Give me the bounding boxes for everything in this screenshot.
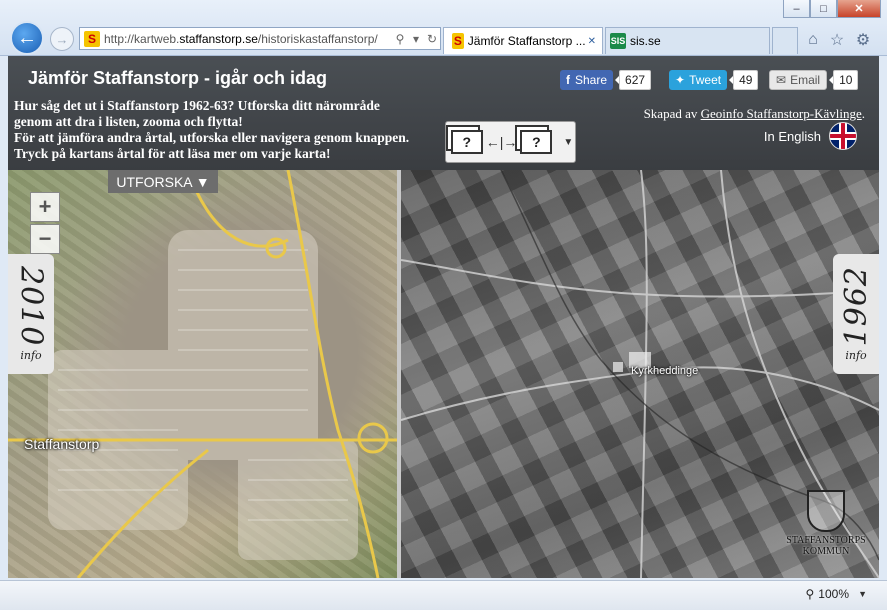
zoom-level-value: 100% [818,587,849,601]
back-button[interactable]: ← [10,21,44,55]
site-favicon-icon: S [452,33,464,49]
gear-icon[interactable]: ⚙ [853,30,873,50]
facebook-icon: f [566,73,570,87]
home-icon[interactable]: ⌂ [803,30,823,50]
star-icon[interactable]: ☆ [827,30,847,50]
envelope-icon: ✉ [776,73,787,87]
year-label: 2010 [13,266,49,347]
window-controls: – □ ✕ [783,0,881,18]
zoom-level-button[interactable]: ⚲ 100% [806,587,850,601]
refresh-icon[interactable]: ↻ [424,32,440,46]
credit-link[interactable]: Geoinfo Staffanstorp-Kävlinge [701,106,862,121]
tab-sis[interactable]: SIS sis.se [605,27,770,54]
credit-suffix: . [861,106,865,121]
email-label: Email [790,73,821,87]
intro-line: genom att dra i listen, zooma och flytta… [14,114,243,129]
explore-dropdown[interactable]: UTFORSKA ▼ [108,170,218,193]
page-header: Jämför Staffanstorp - igår och idag Hur … [8,56,879,170]
email-button[interactable]: ✉ Email [769,70,828,90]
intro-line: Hur såg det ut i Staffanstorp 1962-63? U… [14,98,380,113]
place-label: Staffanstorp [24,436,100,452]
english-link[interactable]: In English [764,122,857,150]
zoom-magnifier-icon: ⚲ [805,587,815,601]
facebook-share: f Share 627 [560,70,652,90]
logo-text: STAFFANSTORPS KOMMUN [786,535,865,557]
url-domain: staffanstorp.se [179,31,258,46]
tab-title: sis.se [630,34,661,48]
compare-maps-button[interactable]: ? ←|→ ? ▼ [445,121,576,163]
site-favicon-icon: S [84,30,100,47]
tab-title: Jämför Staffanstorp ... [467,34,586,48]
intro-text: Hur såg det ut i Staffanstorp 1962-63? U… [14,98,454,162]
share-count: 627 [615,70,652,90]
arrow-right-icon: → [55,31,69,47]
search-icon[interactable]: ⚲ [392,32,408,46]
intro-line: För att jämföra andra årtal, utforska el… [14,130,410,145]
place-label: Kyrkheddinge [631,365,699,377]
municipality-logo: STAFFANSTORPS KOMMUN [781,490,871,570]
tweet-count: 49 [729,70,759,90]
tweet-button[interactable]: ✦ Tweet [669,70,728,90]
split-arrows-icon: ←|→ [485,134,518,150]
email-count: 10 [829,70,859,90]
new-tab-button[interactable] [772,27,798,54]
chevron-down-icon[interactable]: ▾ [408,32,424,46]
status-bar: ⚲ 100% ▼ [0,580,887,610]
facebook-share-button[interactable]: f Share [560,70,614,90]
email-share: ✉ Email 10 [769,70,859,90]
logo-line: KOMMUN [802,546,850,557]
zoom-in-button[interactable]: + [30,192,60,222]
url-path: /historiskastaffanstorp/ [257,31,378,46]
close-tab-icon[interactable]: ✕ [586,36,598,47]
map-unknown-icon: ? [450,130,483,154]
twitter-share: ✦ Tweet 49 [669,70,759,90]
share-label: Share [575,73,608,87]
forward-button[interactable]: → [50,27,74,51]
info-link[interactable]: info [845,349,866,362]
map-2010[interactable]: UTFORSKA ▼ + − 2010 info Staffanstorp [8,170,397,578]
uk-flag-icon [829,122,857,150]
logo-line: STAFFANSTORPS [786,535,866,546]
map-unknown-icon: ? [520,130,553,154]
intro-line: Tryck på kartans årtal för att läsa mer … [14,146,331,161]
arrow-left-icon: ← [17,26,37,49]
map-2010-roads [8,170,397,578]
year-2010-tab[interactable]: 2010 info [8,254,54,374]
sis-favicon-icon: SIS [610,33,626,49]
zoom-out-button[interactable]: − [30,224,60,254]
credit-text: Skapad av Geoinfo Staffanstorp-Kävlinge. [644,106,865,122]
page-title: Jämför Staffanstorp - igår och idag [28,68,328,88]
address-bar[interactable]: S http://kartweb.staffanstorp.se/histori… [79,27,441,50]
url-prefix: http://kartweb. [104,31,180,46]
close-button[interactable]: ✕ [837,0,881,18]
chevron-down-icon[interactable]: ▼ [858,589,867,599]
minimize-button[interactable]: – [783,0,810,18]
year-label: 1962 [838,266,874,347]
credit-prefix: Skapad av [643,106,701,121]
address-url[interactable]: http://kartweb.staffanstorp.se/historisk… [104,32,392,46]
map-1962[interactable]: 1962 info Kyrkheddinge STAFFANSTORPS KOM… [401,170,879,578]
maximize-button[interactable]: □ [810,0,837,18]
coat-of-arms-icon [807,490,845,532]
year-1962-tab[interactable]: 1962 info [833,254,879,374]
tweet-label: Tweet [689,73,722,87]
tab-staffanstorp[interactable]: S Jämför Staffanstorp ... ✕ [443,27,603,54]
english-label: In English [763,128,821,144]
info-link[interactable]: info [20,349,41,362]
caret-down-icon: ▼ [563,136,574,148]
twitter-icon: ✦ [675,73,686,87]
browser-chrome: – □ ✕ ← → S http://kartweb.staffanstorp.… [0,0,887,56]
